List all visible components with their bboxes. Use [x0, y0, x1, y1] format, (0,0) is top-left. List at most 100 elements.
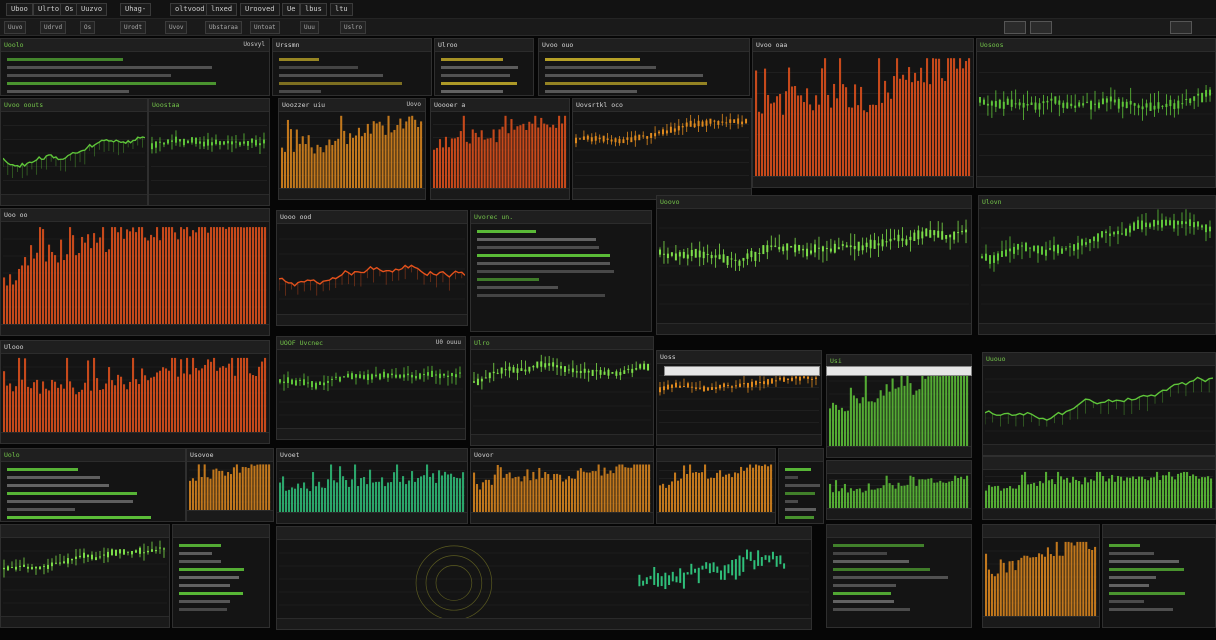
panel-header[interactable]: Ulovn: [979, 196, 1215, 209]
bar: [189, 480, 192, 510]
panel-header[interactable]: Uoostaa: [149, 99, 269, 112]
candle-body: [698, 250, 701, 258]
panel-header[interactable]: Uoooer a: [431, 99, 569, 112]
toolbar-item[interactable]: Urodt: [120, 21, 147, 34]
menu-item[interactable]: ltu: [330, 3, 353, 16]
candle-body: [1018, 102, 1021, 106]
panel-header[interactable]: [827, 525, 971, 538]
candle-body: [323, 382, 325, 386]
menu-item[interactable]: Uboo: [6, 3, 33, 16]
data-list: [435, 53, 533, 93]
selected-row[interactable]: [826, 366, 972, 376]
selected-row[interactable]: [664, 366, 820, 376]
chart-area: [433, 112, 567, 188]
bar: [996, 573, 999, 616]
toolbar-item[interactable]: Udrvd: [40, 21, 67, 34]
panel-header[interactable]: Ulooo: [1, 341, 269, 354]
bar: [1117, 475, 1120, 508]
panel-header[interactable]: Uvoet: [277, 449, 467, 462]
panel-header[interactable]: Uuouo: [983, 353, 1215, 366]
panel-header[interactable]: [1103, 525, 1215, 538]
chart-area: [3, 222, 267, 324]
candle-body: [1125, 101, 1128, 109]
bar: [606, 473, 609, 512]
candle-body: [79, 555, 81, 558]
panel-header[interactable]: Uoss: [657, 351, 821, 364]
bar: [854, 84, 857, 176]
panel-header[interactable]: [983, 525, 1099, 538]
panel-header[interactable]: Ulroo: [435, 39, 533, 52]
menu-item[interactable]: lbus: [300, 3, 327, 16]
candle-body: [299, 379, 301, 381]
panel-header[interactable]: Usovoe: [187, 449, 273, 462]
toolbar-item[interactable]: Uuu: [300, 21, 319, 34]
menu-item[interactable]: Uuzvo: [76, 3, 108, 16]
panel-header[interactable]: Uovsrtkl oco: [573, 99, 751, 112]
toolbar-item[interactable]: Untoat: [250, 21, 280, 34]
panel-header[interactable]: UOOF Uvcnec U0 ouuu: [277, 337, 465, 350]
panel-header[interactable]: Uvoo ouo: [539, 39, 749, 52]
bar: [255, 376, 258, 432]
bar: [234, 227, 237, 324]
panel-header[interactable]: [983, 457, 1215, 470]
bar: [812, 110, 815, 176]
panel-header[interactable]: [779, 449, 823, 462]
bar: [968, 58, 971, 176]
panel-header[interactable]: Uoolo Uosvyl: [1, 39, 269, 52]
panel-header[interactable]: Uvorec un.: [471, 211, 651, 224]
bar: [505, 473, 508, 512]
panel-header[interactable]: Uvoo oouts: [1, 99, 147, 112]
panel-header[interactable]: Uosoos: [977, 39, 1215, 52]
panel-header[interactable]: Uooo ood: [277, 211, 467, 224]
bar: [834, 404, 838, 446]
toolbar-item[interactable]: Ubstaraa: [205, 21, 242, 34]
settings-icon[interactable]: [1030, 21, 1052, 34]
panel-header[interactable]: Urssmn: [273, 39, 431, 52]
candle-body: [798, 244, 801, 251]
toolbar-item[interactable]: Uuvo: [4, 21, 27, 34]
bar: [126, 389, 129, 432]
candle-body: [602, 135, 605, 142]
candle-body: [913, 232, 916, 241]
bar: [529, 480, 532, 512]
panel-header[interactable]: Uolo: [1, 449, 185, 462]
bar: [909, 475, 912, 508]
menu-item[interactable]: Urooved: [240, 3, 280, 16]
bar: [156, 372, 159, 432]
candle-body: [443, 373, 445, 376]
toolbar-item[interactable]: Os: [80, 21, 96, 34]
close-icon[interactable]: [1170, 21, 1192, 34]
toolbar-item[interactable]: Uslro: [340, 21, 367, 34]
panel-header[interactable]: Uoo oo: [1, 209, 269, 222]
bar: [69, 227, 72, 324]
chart-plot: [279, 362, 463, 416]
panel-header[interactable]: [173, 525, 269, 538]
panel-header[interactable]: Uoozzer uiu Uovo: [279, 99, 425, 112]
bar: [991, 486, 994, 508]
menu-item[interactable]: oltvood: [170, 3, 210, 16]
menu-item[interactable]: lnxed: [206, 3, 238, 16]
panel-footer: [277, 428, 465, 439]
candle-body: [1209, 89, 1212, 96]
panel-header[interactable]: [657, 449, 775, 462]
panel-header[interactable]: [1, 525, 169, 538]
bar: [944, 80, 947, 176]
candle-body: [937, 230, 940, 238]
panel-header[interactable]: [277, 527, 811, 540]
bar: [555, 127, 558, 188]
bar: [477, 137, 480, 188]
panel-header[interactable]: Uvoo oaa: [753, 39, 973, 52]
bar: [858, 488, 861, 508]
bar: [192, 230, 195, 324]
panel-header[interactable]: Uovor: [471, 449, 653, 462]
bar: [573, 478, 576, 512]
menu-item[interactable]: Ue: [282, 3, 301, 16]
panel-header[interactable]: Uoovo: [657, 196, 971, 209]
menu-item[interactable]: Uhag-: [120, 3, 152, 16]
chart-area: [659, 462, 773, 512]
toolbar-item[interactable]: Uvov: [165, 21, 188, 34]
bar: [939, 480, 942, 508]
panel-header[interactable]: [827, 461, 971, 474]
dropdown-icon[interactable]: [1004, 21, 1026, 34]
panel-header[interactable]: Ulro: [471, 337, 653, 350]
